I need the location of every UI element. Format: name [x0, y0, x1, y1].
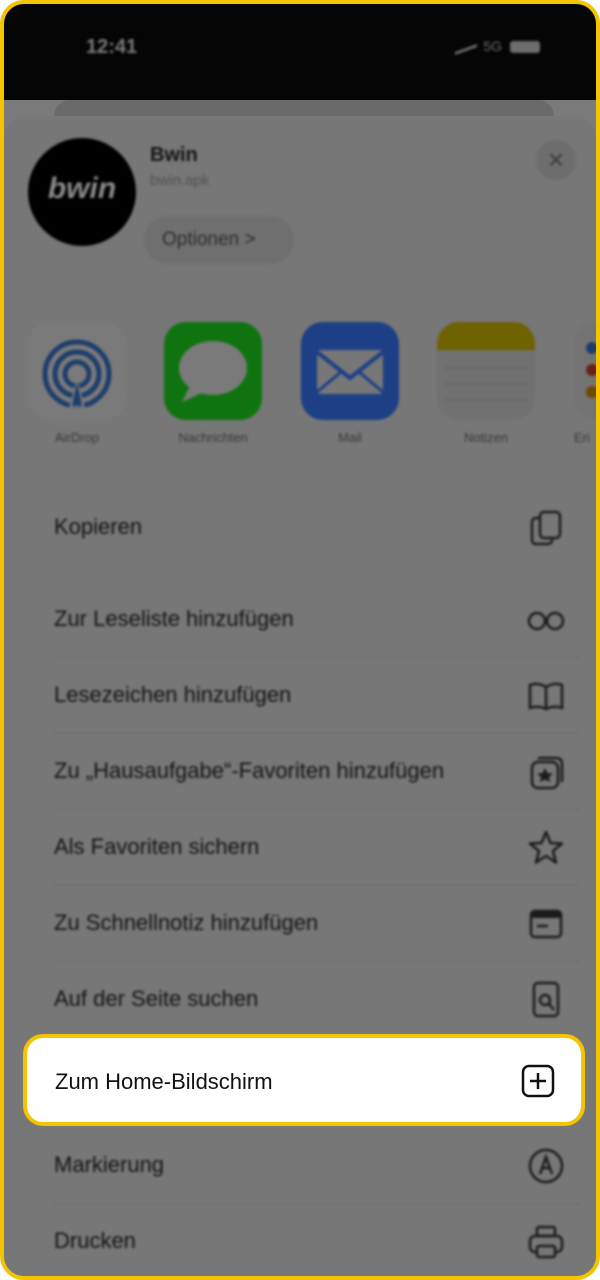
copy-group: Kopieren [28, 490, 580, 566]
quick-note-icon [529, 909, 563, 939]
action-bookmark[interactable]: Lesezeichen hinzufügen [28, 658, 580, 734]
action-label: Lesezeichen hinzufügen [54, 682, 292, 707]
share-target-label: Eri [574, 430, 590, 445]
app-filename: bwin.apk [150, 172, 210, 189]
share-target-label: Nachrichten [178, 430, 248, 445]
signal-icon [455, 33, 478, 56]
star-icon [528, 830, 564, 864]
network-label: 5G [483, 38, 502, 54]
options-label: Optionen > [162, 229, 256, 250]
action-find-on-page[interactable]: Auf der Seite suchen [28, 962, 580, 1038]
share-target-label: Notizen [463, 430, 509, 445]
glasses-icon [527, 611, 565, 631]
action-label: Zur Leseliste hinzufügen [54, 606, 294, 631]
action-label: Zu Schnellnotiz hinzufügen [54, 910, 319, 935]
share-target-reminders[interactable]: Eri [574, 322, 596, 445]
notes-icon [437, 322, 535, 420]
share-target-mail[interactable]: Mail [301, 322, 399, 445]
status-time: 12:41 [86, 36, 138, 58]
share-target-notes[interactable]: Notizen [437, 322, 535, 445]
book-icon [528, 682, 564, 711]
action-label: Auf der Seite suchen [54, 986, 259, 1011]
action-label: Drucken [54, 1228, 136, 1253]
share-target-label: Mail [338, 430, 362, 445]
find-on-page-icon [532, 981, 560, 1018]
action-save-favorite[interactable]: Als Favoriten sichern [28, 810, 580, 886]
action-label: Markierung [54, 1152, 165, 1177]
action-label: Kopieren [54, 514, 143, 539]
share-target-messages[interactable]: Nachrichten [164, 322, 262, 445]
app-logo: bwin [28, 138, 136, 246]
action-markup[interactable]: Markierung [28, 1128, 580, 1204]
plus-square-icon [521, 1064, 555, 1098]
options-button[interactable]: Optionen > [144, 216, 294, 264]
action-label: Zu „Hausaufgabe“-Favoriten hinzufügen [54, 758, 445, 783]
reminders-icon [574, 322, 596, 420]
status-bar: 12:41 5G [4, 4, 596, 100]
share-target-label: AirDrop [54, 430, 100, 445]
airdrop-icon [28, 322, 126, 420]
copy-icon [530, 510, 562, 546]
messages-icon [164, 322, 262, 420]
close-icon[interactable]: × [536, 140, 576, 180]
action-label: Als Favoriten sichern [54, 834, 260, 859]
mail-icon [301, 322, 399, 420]
markup-icon [528, 1148, 564, 1184]
app-name: Bwin [150, 144, 198, 166]
favorites-folder-icon [530, 756, 564, 790]
battery-icon [510, 41, 540, 54]
share-target-airdrop[interactable]: AirDrop [28, 322, 126, 445]
phone-frame: 12:41 5G bwin Bwin bwin.apk Optionen > × [0, 0, 600, 1280]
action-label: Zum Home-Bildschirm [55, 1069, 273, 1094]
action-reading-list[interactable]: Zur Leseliste hinzufügen [28, 582, 580, 658]
action-add-to-home-screen[interactable]: Zum Home-Bildschirm [23, 1034, 585, 1126]
status-indicators: 5G [455, 33, 540, 56]
share-targets-row: AirDrop Nachrichten Mail Notizen Eri [4, 322, 596, 452]
action-copy[interactable]: Kopieren [28, 490, 580, 566]
action-print[interactable]: Drucken [28, 1204, 580, 1276]
app-logo-text: bwin [47, 172, 117, 205]
printer-icon [528, 1225, 564, 1259]
action-quick-note[interactable]: Zu Schnellnotiz hinzufügen [28, 886, 580, 962]
actions-group: Zur Leseliste hinzufügen Lesezeichen hin… [28, 582, 580, 1276]
action-favorites-folder[interactable]: Zu „Hausaufgabe“-Favoriten hinzufügen [28, 734, 580, 810]
